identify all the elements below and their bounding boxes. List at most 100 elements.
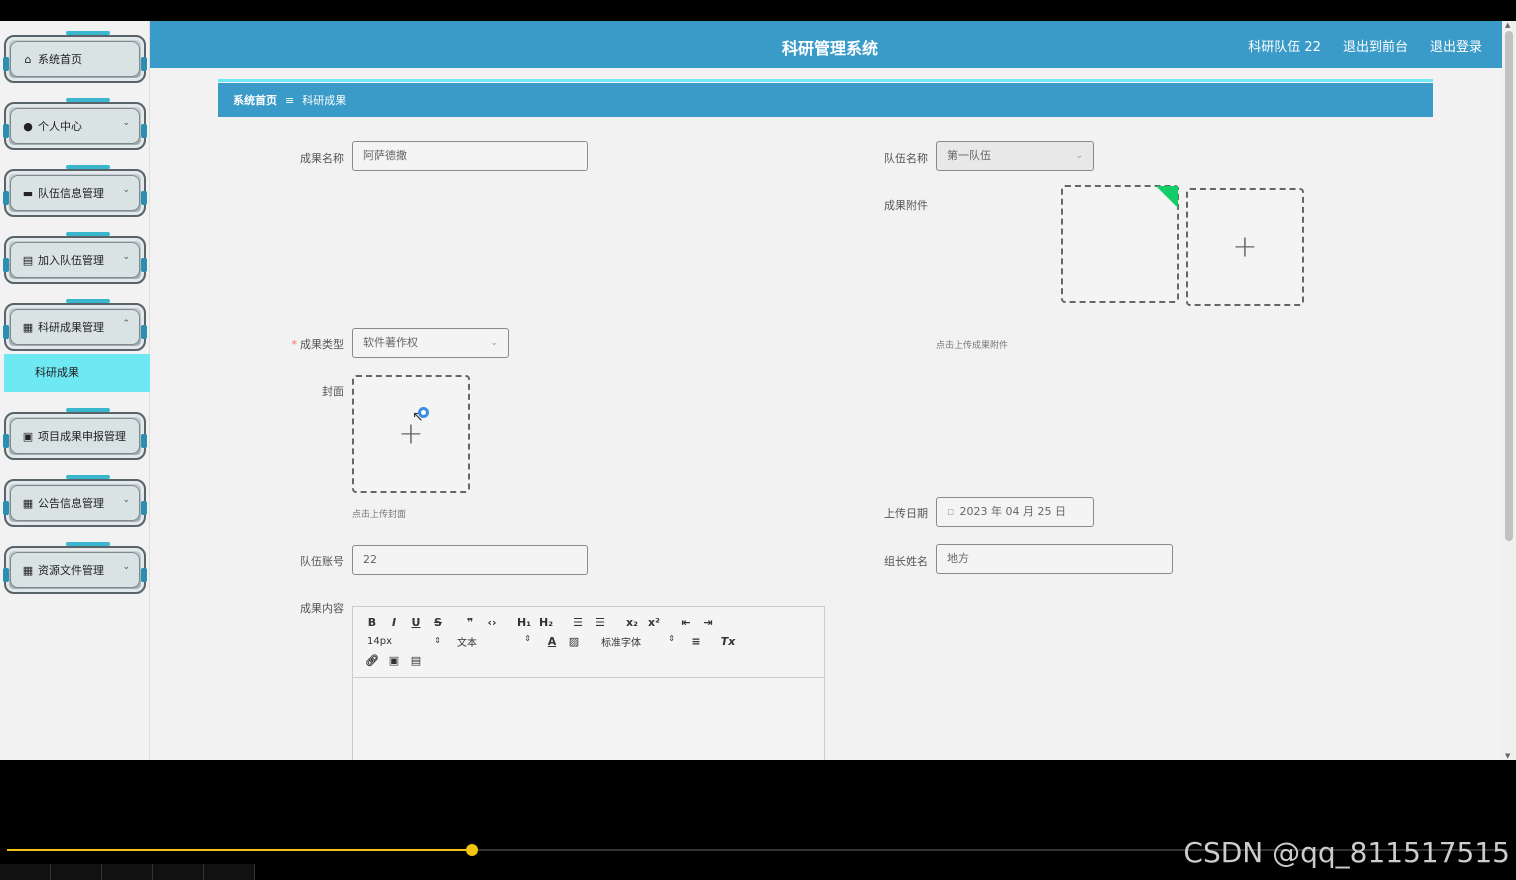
align-icon[interactable]: ≡	[685, 635, 707, 648]
player-control-slot[interactable]	[0, 864, 51, 880]
indent-icon[interactable]: ⇥	[697, 616, 719, 629]
sidebar-item-team-info[interactable]: ▬ 队伍信息管理 ⌄	[3, 163, 147, 219]
player-control-slot[interactable]	[102, 864, 153, 880]
sidebar-item-research-results[interactable]: ▦ 科研成果管理 ⌃	[3, 297, 147, 353]
monitor-icon: ▬	[22, 186, 34, 200]
chevron-down-icon: ⌄	[1075, 151, 1083, 161]
name-label: 成果名称	[300, 152, 344, 165]
cover-tip: 点击上传封面	[352, 510, 407, 520]
leader-input[interactable]: 地方	[936, 544, 1173, 574]
outdent-icon[interactable]: ⇤	[675, 616, 697, 629]
heading2-icon[interactable]: H₂	[535, 616, 557, 629]
chevron-down-icon: ⌄	[122, 252, 130, 262]
front-page-link[interactable]: 退出到前台	[1343, 36, 1408, 55]
page-scrollbar[interactable]: ▲ ▼	[1502, 21, 1516, 760]
superscript-icon[interactable]: x²	[643, 616, 665, 629]
font-size-select[interactable]: 14px ⇕	[361, 636, 451, 647]
breadcrumb-accent-line	[218, 79, 1433, 82]
player-control-slot[interactable]	[51, 864, 102, 880]
chevron-down-icon: ⌄	[122, 118, 130, 128]
cover-upload[interactable]: + ↖	[352, 375, 470, 493]
font-color-icon[interactable]: A	[541, 635, 563, 648]
sidebar-item-join-team[interactable]: ▤ 加入队伍管理 ⌄	[3, 230, 147, 286]
clear-format-icon[interactable]: Tx	[717, 635, 739, 648]
player-controls	[0, 864, 1516, 880]
breadcrumb-home[interactable]: 系统首页	[233, 92, 277, 108]
account-label: 队伍账号	[300, 555, 344, 568]
code-block-icon[interactable]: ‹›	[481, 616, 503, 629]
type-label: * 成果类型	[291, 338, 345, 351]
sidebar-item-personal[interactable]: ● 个人中心 ⌄	[3, 96, 147, 152]
chevron-up-icon: ⌃	[122, 319, 130, 329]
grid-icon: ▦	[22, 320, 34, 334]
image-icon[interactable]: ▣	[383, 654, 405, 667]
sidebar-item-announcement[interactable]: ▦ 公告信息管理 ⌄	[3, 473, 147, 529]
rich-text-editor[interactable]: B I U S ❞ ‹› H₁ H₂ ☰ ☰ x₂ x² ⇤ ⇥ 14px ⇕ 文…	[352, 606, 825, 760]
sidebar-item-project-declare[interactable]: ▣ 项目成果申报管理	[3, 406, 147, 462]
bullet-list-icon[interactable]: ☰	[589, 616, 611, 629]
video-progress-fill	[7, 849, 472, 851]
app-viewport: ⌂ 系统首页 ● 个人中心 ⌄ ▬ 队伍信息管理 ⌄ ▤ 加入队伍管理 ⌄ ▦ 科研成果管…	[0, 21, 1516, 760]
scroll-up-icon[interactable]: ▲	[1505, 21, 1510, 29]
italic-icon[interactable]: I	[383, 616, 405, 629]
sidebar-item-label: 个人中心	[38, 120, 82, 133]
content-label: 成果内容	[300, 602, 344, 615]
account-input[interactable]: 22	[352, 545, 588, 575]
strikethrough-icon[interactable]: S	[427, 616, 449, 629]
scroll-thumb[interactable]	[1505, 31, 1513, 541]
briefcase-icon: ▣	[22, 429, 34, 443]
sidebar-item-label: 公告信息管理	[38, 497, 104, 510]
editor-toolbar: B I U S ❞ ‹› H₁ H₂ ☰ ☰ x₂ x² ⇤ ⇥ 14px ⇕ 文…	[353, 607, 824, 678]
background-color-icon[interactable]: ▨	[563, 635, 585, 648]
video-icon[interactable]: ▤	[405, 654, 427, 667]
sidebar-item-label: 队伍信息管理	[38, 187, 104, 200]
mouse-cursor-icon: ↖	[412, 409, 424, 425]
top-header: 科研管理系统 科研队伍 22 退出到前台 退出登录	[150, 21, 1502, 68]
grid-icon: ▦	[22, 496, 34, 510]
sidebar-item-label: 资源文件管理	[38, 564, 104, 577]
select-arrows-icon: ⇕	[434, 636, 441, 645]
home-icon: ⌂	[24, 52, 32, 66]
sidebar-subitem-research-result[interactable]: 科研成果	[4, 354, 150, 392]
sidebar-item-resource-files[interactable]: ▦ 资源文件管理 ⌄	[3, 540, 147, 596]
underline-icon[interactable]: U	[405, 616, 427, 629]
scroll-down-icon[interactable]: ▼	[1505, 752, 1510, 760]
chevron-down-icon: ⌄	[122, 495, 130, 505]
team-select[interactable]: 第一队伍 ⌄	[936, 141, 1094, 171]
breadcrumb: 系统首页 ≡ 科研成果	[218, 83, 1433, 117]
subscript-icon[interactable]: x₂	[621, 616, 643, 629]
date-input[interactable]: ▫ 2023 年 04 月 25 日	[936, 497, 1094, 527]
date-label: 上传日期	[884, 507, 928, 520]
type-select-value: 软件著作权	[363, 336, 418, 349]
date-value: 2023 年 04 月 25 日	[959, 505, 1066, 518]
ordered-list-icon[interactable]: ☰	[567, 616, 589, 629]
bold-icon[interactable]: B	[361, 616, 383, 629]
leader-label: 组长姓名	[884, 555, 928, 568]
grid-icon: ▦	[22, 563, 34, 577]
name-input[interactable]: 阿萨德撒	[352, 141, 588, 171]
font-family-select[interactable]: 标准字体 ⇕	[595, 634, 685, 649]
breadcrumb-current: 科研成果	[302, 94, 347, 107]
video-progress-knob[interactable]	[466, 844, 478, 856]
attachment-upload[interactable]: +	[1186, 188, 1304, 306]
video-player-bar: CSDN @qq_811517515	[0, 760, 1516, 880]
team-select-value: 第一队伍	[947, 149, 991, 162]
success-badge-icon	[1156, 186, 1178, 208]
sidebar-item-label: 项目成果申报管理	[38, 430, 126, 443]
sidebar-item-label: 加入队伍管理	[38, 254, 104, 267]
player-control-slot[interactable]	[153, 864, 204, 880]
blockquote-icon[interactable]: ❞	[459, 616, 481, 629]
attach-tip: 点击上传成果附件	[936, 341, 1009, 351]
paragraph-select[interactable]: 文本 ⇕	[451, 634, 541, 649]
player-control-slot[interactable]	[204, 864, 255, 880]
required-icon: *	[291, 338, 298, 351]
attachment-preview[interactable]	[1061, 185, 1179, 303]
calendar-icon: ▫	[947, 505, 955, 518]
cover-label: 封面	[322, 385, 344, 398]
heading1-icon[interactable]: H₁	[513, 616, 535, 629]
sidebar-item-home[interactable]: ⌂ 系统首页	[3, 29, 147, 85]
link-icon[interactable]: 🔗︎	[361, 654, 383, 667]
logout-link[interactable]: 退出登录	[1430, 36, 1482, 55]
breadcrumb-separator: ≡	[285, 93, 295, 107]
type-select[interactable]: 软件著作权 ⌄	[352, 328, 509, 358]
